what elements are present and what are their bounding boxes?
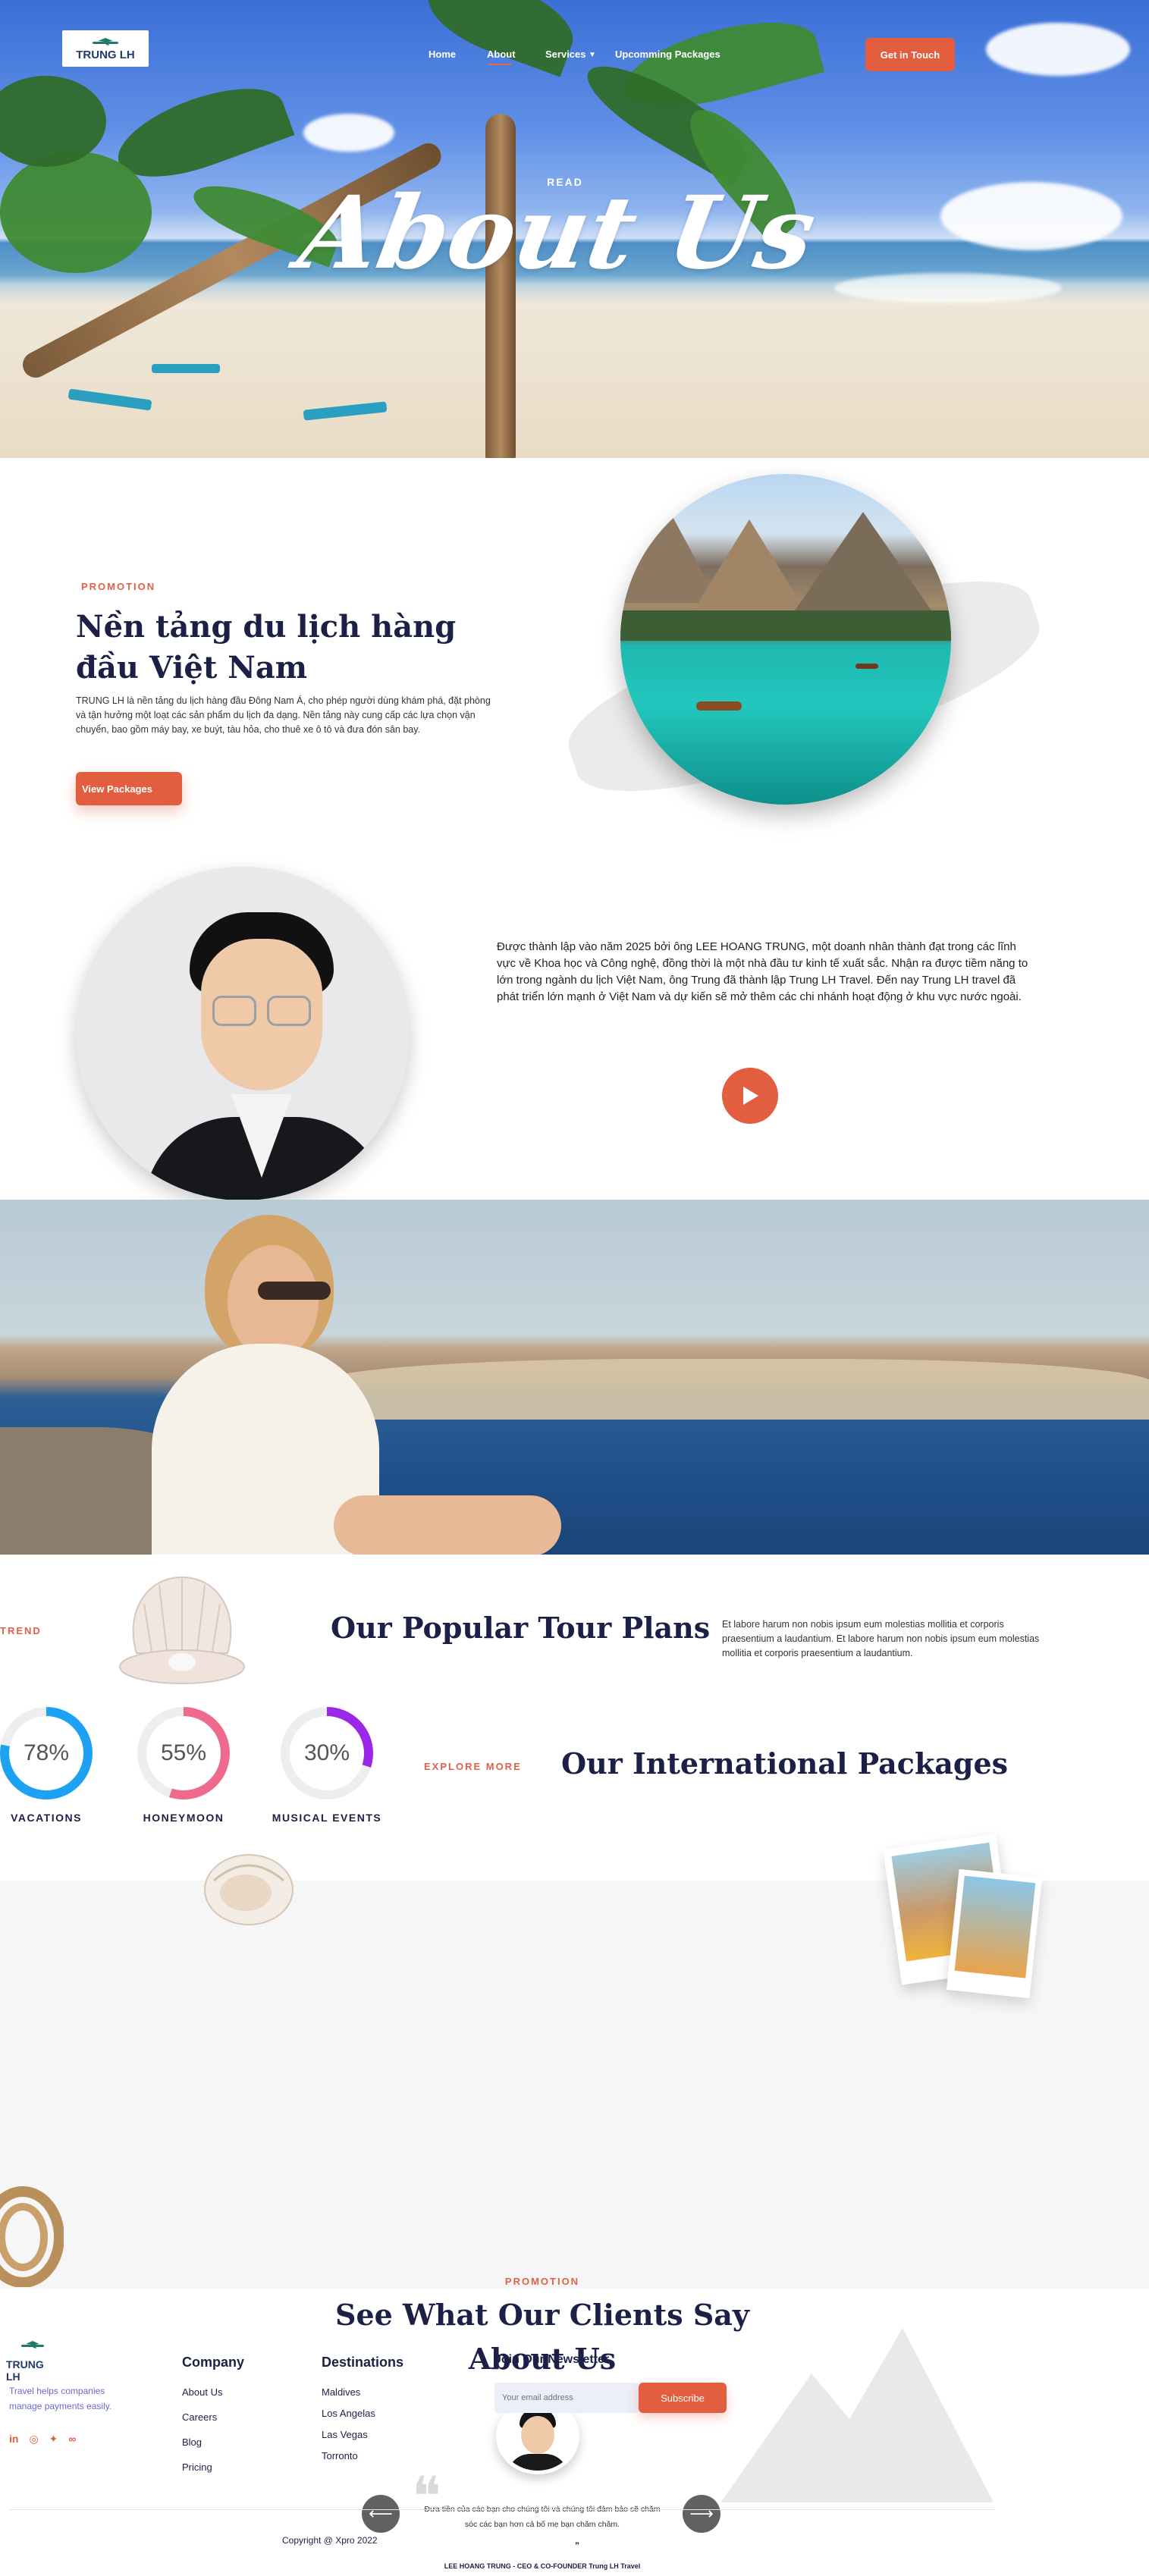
footer-link-torronto[interactable]: Torronto bbox=[322, 2450, 358, 2461]
promotion-eyebrow: PROMOTION bbox=[81, 581, 156, 592]
rope-icon bbox=[0, 2186, 64, 2288]
mountain bbox=[795, 512, 931, 610]
vacations-percent: 78% bbox=[9, 1716, 83, 1790]
hero-section: TRUNG LH Home About Services ▼ Upcomming… bbox=[0, 0, 1149, 458]
footer-link-las-vegas[interactable]: Las Vegas bbox=[322, 2429, 368, 2440]
tours-description: Et labore harum non nobis ipsum eum mole… bbox=[722, 1619, 1040, 1658]
promotion-title: Nền tảng du lịch hàng đầu Việt Nam bbox=[76, 607, 501, 689]
copyright: Copyright @ Xpro 2022 bbox=[282, 2535, 378, 2546]
vacations-progress-ring: 78% bbox=[0, 1707, 93, 1799]
international-packages-title: Our International Packages bbox=[561, 1746, 1009, 1781]
honeymoon-label: HONEYMOON bbox=[143, 1812, 224, 1824]
woman-face bbox=[228, 1245, 319, 1359]
quote-close-mark: ” bbox=[575, 2540, 579, 2551]
musical-events-percent: 30% bbox=[290, 1716, 364, 1790]
twitter-icon[interactable]: ✦ bbox=[49, 2433, 58, 2446]
cloud bbox=[303, 114, 394, 152]
photo-image bbox=[954, 1875, 1036, 1978]
newsletter-email-input[interactable] bbox=[494, 2383, 639, 2413]
nav-about[interactable]: About bbox=[487, 49, 516, 60]
musical-events-progress-ring: 30% bbox=[281, 1707, 373, 1799]
seashell-icon bbox=[119, 1576, 245, 1684]
footer-link-los-angelas[interactable]: Los Angelas bbox=[322, 2408, 375, 2419]
footer-destinations-title: Destinations bbox=[322, 2355, 404, 2370]
footer-divider bbox=[9, 2509, 995, 2510]
logo[interactable]: TRUNG LH bbox=[62, 30, 149, 67]
social-links: in ◎ ✦ ∞ bbox=[9, 2433, 76, 2446]
explore-eyebrow: EXPLORE MORE bbox=[424, 1761, 522, 1772]
hero-title: About Us bbox=[290, 174, 824, 292]
honeymoon-percent: 55% bbox=[146, 1716, 221, 1790]
footer-tagline: Travel helps companies manage payments e… bbox=[9, 2386, 112, 2411]
arrow-left-icon[interactable]: ⟵ bbox=[362, 2495, 400, 2533]
cliffs bbox=[319, 1359, 1149, 1420]
rope-decoration bbox=[0, 2184, 64, 2288]
footer-link-about[interactable]: About Us bbox=[182, 2386, 222, 2398]
nav-upcoming-packages[interactable]: Upcomming Packages bbox=[615, 49, 720, 60]
trend-eyebrow: TREND bbox=[0, 1625, 42, 1636]
seashell-decoration bbox=[114, 1570, 250, 1691]
palm-frond bbox=[417, 0, 584, 77]
promotion-body: TRUNG LH là nền tảng du lịch hàng đầu Đô… bbox=[76, 695, 491, 735]
beach-lounger bbox=[303, 401, 388, 421]
glasses bbox=[267, 996, 311, 1026]
testimonial-author: LEE HOANG TRUNG - CEO & CO-FOUNDER Trung… bbox=[444, 2562, 641, 2570]
play-video-button[interactable] bbox=[722, 1068, 778, 1124]
suit bbox=[507, 2454, 568, 2471]
link-icon[interactable]: ∞ bbox=[68, 2433, 76, 2446]
subscribe-button[interactable]: Subscribe bbox=[639, 2383, 727, 2413]
shell-icon bbox=[204, 1854, 294, 1925]
testimonials-eyebrow: PROMOTION bbox=[504, 2276, 580, 2287]
promotion-title-line-2: đầu Việt Nam bbox=[76, 650, 308, 686]
beach-lounger bbox=[67, 388, 152, 411]
play-icon bbox=[743, 1087, 758, 1105]
musical-events-label: MUSICAL EVENTS bbox=[272, 1812, 382, 1824]
arrow-right-icon[interactable]: ⟶ bbox=[683, 2495, 720, 2533]
boat bbox=[696, 701, 742, 711]
footer-link-maldives[interactable]: Maldives bbox=[322, 2386, 360, 2398]
nav-services[interactable]: Services bbox=[545, 49, 586, 60]
boat bbox=[855, 664, 878, 669]
honeymoon-progress-ring: 55% bbox=[137, 1707, 230, 1799]
tours-title: Our Popular Tour Plans bbox=[331, 1611, 711, 1645]
logo-text: TRUNG LH bbox=[76, 49, 135, 61]
chevron-down-icon[interactable]: ▼ bbox=[589, 51, 596, 59]
cloud bbox=[986, 23, 1130, 76]
footer-logo-text: TRUNG LH bbox=[6, 2358, 44, 2383]
mountain-icon bbox=[720, 2328, 994, 2502]
founder-portrait bbox=[76, 867, 410, 1200]
lake-mountains-image bbox=[620, 474, 951, 805]
face bbox=[521, 2416, 554, 2454]
footer-logo[interactable]: TRUNG LH bbox=[6, 2338, 59, 2383]
promotion-title-line-1: Nền tảng du lịch hàng bbox=[76, 609, 457, 645]
mountain-illustration bbox=[720, 2305, 994, 2502]
forest bbox=[620, 610, 951, 641]
nav-home[interactable]: Home bbox=[429, 49, 456, 60]
footer-link-pricing[interactable]: Pricing bbox=[182, 2461, 212, 2473]
founder-story: Được thành lập vào năm 2025 bởi ông LEE … bbox=[497, 940, 1028, 1003]
conch-shell-decoration bbox=[199, 1843, 297, 1941]
footer-company-title: Company bbox=[182, 2355, 245, 2370]
nav-active-indicator bbox=[488, 64, 511, 65]
messenger-icon[interactable]: ◎ bbox=[29, 2433, 38, 2446]
linkedin-icon[interactable]: in bbox=[9, 2433, 18, 2446]
get-in-touch-button[interactable]: Get in Touch bbox=[865, 38, 955, 71]
view-packages-button[interactable]: View Packages bbox=[76, 772, 182, 805]
glasses bbox=[212, 996, 256, 1026]
footer-link-blog[interactable]: Blog bbox=[182, 2436, 202, 2448]
leg bbox=[334, 1495, 561, 1555]
vacations-label: VACATIONS bbox=[11, 1812, 82, 1824]
traveler-banner-image bbox=[0, 1200, 1149, 1555]
photo-card bbox=[946, 1868, 1043, 1999]
beach-lounger bbox=[152, 364, 220, 373]
footer-link-careers[interactable]: Careers bbox=[182, 2411, 217, 2423]
mountain bbox=[689, 519, 810, 618]
sunglasses bbox=[258, 1282, 331, 1300]
testimonial-quote: Đưa tiền của các bạn cho chúng tôi và ch… bbox=[424, 2505, 661, 2529]
plane-logo-icon bbox=[21, 2341, 44, 2349]
newsletter-title: Join Our Newsletter bbox=[494, 2353, 610, 2366]
